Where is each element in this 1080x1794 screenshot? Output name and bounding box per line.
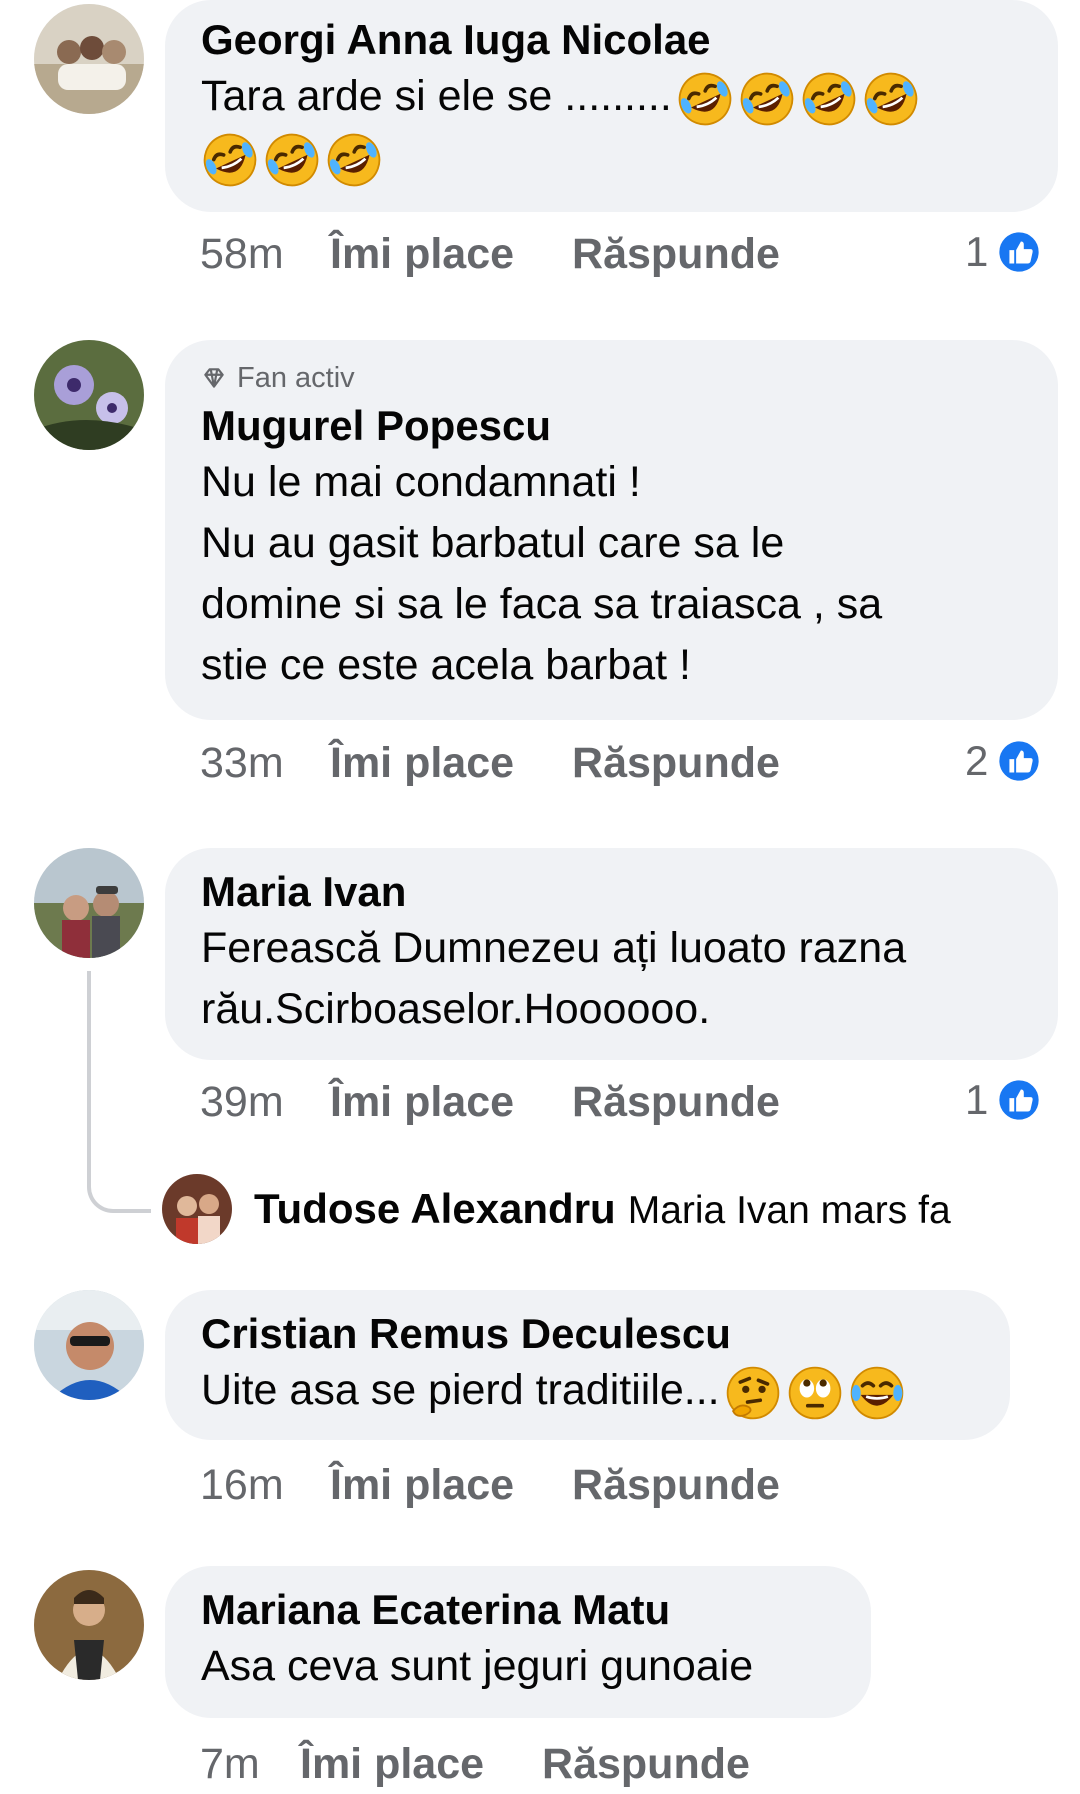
like-reaction-icon [996, 229, 1042, 275]
like-button[interactable]: Îmi place [330, 1078, 514, 1127]
rofl-emoji [201, 131, 259, 189]
comment-text-line: stie ce este acela barbat ! [201, 641, 692, 689]
comment-bubble: Maria Ivan Ferească Dumnezeu ați luoato … [165, 848, 1058, 1060]
comment-actions: 33m Îmi place Răspunde [200, 733, 780, 793]
avatar[interactable] [34, 1570, 144, 1680]
reply-button[interactable]: Răspunde [572, 230, 780, 279]
avatar[interactable] [34, 340, 144, 450]
comment-time[interactable]: 33m [200, 739, 330, 788]
comment-text: Uite asa se pierd traditiile... [201, 1360, 974, 1422]
avatar[interactable] [162, 1174, 232, 1244]
reply-button[interactable]: Răspunde [572, 1078, 780, 1127]
comment-time[interactable]: 39m [200, 1078, 330, 1127]
collapsed-reply[interactable]: Tudose Alexandru Maria Ivan mars fa [162, 1171, 951, 1247]
comment-bubble: Cristian Remus Deculescu Uite asa se pie… [165, 1290, 1010, 1440]
comment-text-line: Nu le mai condamnati ! [201, 458, 641, 506]
laughing-tears-emoji [848, 1364, 906, 1422]
like-button[interactable]: Îmi place [330, 230, 514, 279]
comment-text-content: Tara arde si ele se ......... [201, 72, 672, 120]
rofl-emoji [800, 70, 858, 128]
comment-actions: 16m Îmi place Răspunde [200, 1455, 780, 1515]
like-count: 2 [965, 737, 989, 784]
avatar[interactable] [34, 4, 144, 114]
comment-text-line: Nu au gasit barbatul care sa le [201, 519, 785, 567]
comment-time[interactable]: 16m [200, 1461, 330, 1510]
reply-button[interactable]: Răspunde [572, 739, 780, 788]
comment-author[interactable]: Maria Ivan [201, 866, 1022, 918]
comment-text: Asa ceva sunt jeguri gunoaie [201, 1642, 754, 1690]
reply-button[interactable]: Răspunde [542, 1740, 750, 1789]
rofl-emoji [738, 70, 796, 128]
diamond-icon [204, 368, 224, 388]
reply-button[interactable]: Răspunde [572, 1461, 780, 1510]
like-button[interactable]: Îmi place [330, 1461, 514, 1510]
rofl-emoji [862, 70, 920, 128]
comment-author[interactable]: Cristian Remus Deculescu [201, 1308, 974, 1360]
comment-text: Tara arde si ele se ......... [201, 66, 1022, 189]
reply-text: Maria Ivan mars fa [627, 1189, 951, 1232]
fan-badge: Fan activ [201, 360, 1022, 396]
like-count: 1 [965, 228, 989, 275]
comment-actions: 7m Îmi place Răspunde [200, 1734, 750, 1794]
rofl-emoji [325, 131, 383, 189]
like-button[interactable]: Îmi place [300, 1740, 484, 1789]
avatar[interactable] [34, 848, 144, 958]
like-reaction-icon [996, 738, 1042, 784]
comment-bubble: Fan activ Mugurel Popescu Nu le mai cond… [165, 340, 1058, 720]
like-button[interactable]: Îmi place [330, 739, 514, 788]
like-reaction-icon [996, 1077, 1042, 1123]
avatar[interactable] [34, 1290, 144, 1400]
like-count: 1 [965, 1076, 989, 1123]
comment-actions: 58m Îmi place Răspunde [200, 224, 780, 284]
comment-author[interactable]: Mariana Ecaterina Matu [201, 1584, 835, 1636]
comment-author[interactable]: Georgi Anna Iuga Nicolae [201, 14, 1022, 66]
comment-bubble: Georgi Anna Iuga Nicolae Tara arde si el… [165, 0, 1058, 212]
comment-text-line: domine si sa le faca sa traiasca , sa [201, 580, 883, 628]
rofl-emoji [676, 70, 734, 128]
thinking-emoji [724, 1364, 782, 1422]
reaction-count[interactable]: 1 [965, 222, 1042, 282]
fan-badge-label: Fan activ [237, 362, 355, 394]
comment-text-content: Uite asa se pierd traditiile... [201, 1366, 720, 1414]
comment-text-line: Ferească Dumnezeu ați luoato razna [201, 924, 907, 972]
comment-author[interactable]: Mugurel Popescu [201, 400, 1022, 452]
comment-bubble: Mariana Ecaterina Matu Asa ceva sunt jeg… [165, 1566, 871, 1718]
comment-time[interactable]: 58m [200, 230, 330, 279]
eye-roll-emoji [786, 1364, 844, 1422]
rofl-emoji [263, 131, 321, 189]
reply-author[interactable]: Tudose Alexandru [254, 1185, 616, 1232]
comment-time[interactable]: 7m [200, 1740, 300, 1789]
comment-text-line: rău.Scirboaselor.Hoooooo. [201, 985, 711, 1033]
thread-line [87, 971, 151, 1213]
reaction-count[interactable]: 2 [965, 731, 1042, 791]
comment-actions: 39m Îmi place Răspunde [200, 1072, 780, 1132]
reaction-count[interactable]: 1 [965, 1070, 1042, 1130]
